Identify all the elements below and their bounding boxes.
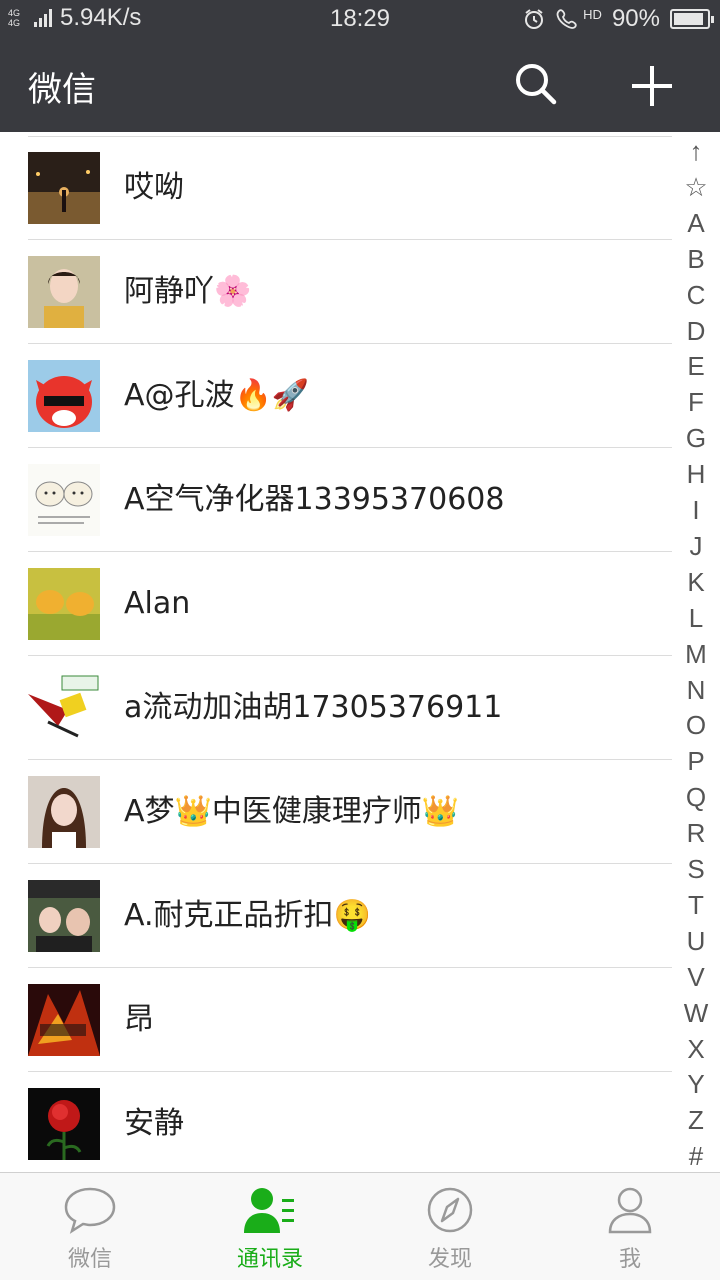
search-icon [516, 64, 557, 105]
index-letter[interactable]: E [672, 351, 720, 382]
index-letter[interactable]: P [672, 746, 720, 777]
contact-name: A梦👑中医健康理疗师👑 [124, 794, 460, 829]
index-letter[interactable]: ☆ [672, 172, 720, 203]
index-letter[interactable]: H [672, 459, 720, 490]
contact-name: A.耐克正品折扣🤑 [124, 898, 371, 933]
tab-chats[interactable]: 微信 [0, 1173, 180, 1281]
tab-label: 微信 [67, 1247, 112, 1272]
index-letter[interactable]: F [672, 387, 720, 418]
contact-name: 安静 [124, 1106, 184, 1141]
battery-icon [670, 9, 714, 29]
contact-name: 哎呦 [124, 170, 184, 205]
battery-fill [674, 13, 703, 25]
avatar [28, 984, 100, 1056]
avatar [28, 256, 100, 328]
tab-label: 发现 [427, 1247, 472, 1272]
contact-name: 阿静吖🌸 [124, 274, 252, 309]
person-icon [608, 1187, 652, 1234]
chat-bubble-icon [64, 1187, 116, 1234]
page-title: 微信 [28, 70, 96, 110]
contact-row[interactable]: 哎呦 [0, 136, 672, 240]
contact-name: Alan [124, 586, 191, 621]
tab-bar: 微信 通讯录 发现 我 [0, 1172, 720, 1280]
index-letter[interactable]: Z [672, 1105, 720, 1136]
index-letter[interactable]: W [672, 998, 720, 1029]
plus-icon [632, 66, 672, 106]
tab-label: 通讯录 [236, 1247, 303, 1272]
index-letter[interactable]: V [672, 962, 720, 993]
contact-row[interactable]: A梦👑中医健康理疗师👑 [0, 760, 672, 864]
index-letter[interactable]: J [672, 531, 720, 562]
index-letter[interactable]: D [672, 316, 720, 347]
index-letter[interactable]: M [672, 639, 720, 670]
contact-name: A@孔波🔥🚀 [124, 378, 310, 413]
index-letter[interactable]: L [672, 603, 720, 634]
index-letter[interactable]: N [672, 675, 720, 706]
tab-contacts[interactable]: 通讯录 [180, 1173, 360, 1281]
contact-row[interactable]: 昂 [0, 968, 672, 1072]
alarm-icon [525, 9, 544, 29]
search-button[interactable] [510, 58, 562, 110]
tab-label: 我 [618, 1247, 641, 1272]
index-letter[interactable]: R [672, 818, 720, 849]
contact-list[interactable]: 哎呦 阿静吖🌸 A@孔波🔥🚀 A空气净化器13395370608 Alan a流… [0, 136, 672, 1172]
status-right: HD 90% [523, 5, 714, 33]
index-letter[interactable]: Q [672, 782, 720, 813]
contact-row[interactable]: A.耐克正品折扣🤑 [0, 864, 672, 968]
index-letter[interactable]: U [672, 926, 720, 957]
avatar [28, 568, 100, 640]
app-header: 微信 [0, 36, 720, 132]
tab-discover[interactable]: 发现 [360, 1173, 540, 1281]
contact-row[interactable]: Alan [0, 552, 672, 656]
avatar [28, 464, 100, 536]
compass-icon [427, 1187, 473, 1233]
contact-name: A空气净化器13395370608 [124, 482, 505, 517]
contact-row[interactable]: 阿静吖🌸 [0, 240, 672, 344]
index-letter[interactable]: G [672, 423, 720, 454]
index-letter[interactable]: Y [672, 1069, 720, 1100]
index-letter[interactable]: C [672, 280, 720, 311]
index-letter[interactable]: O [672, 710, 720, 741]
contact-name: a流动加油胡17305376911 [124, 690, 503, 725]
index-letter[interactable]: K [672, 567, 720, 598]
contact-row[interactable]: A空气净化器13395370608 [0, 448, 672, 552]
index-letter[interactable]: T [672, 890, 720, 921]
avatar [28, 360, 100, 432]
avatar [28, 1088, 100, 1160]
add-button[interactable] [624, 58, 680, 114]
avatar [28, 672, 100, 744]
status-bar: 4G 4G 5.94K/s 18:29 HD 90% [0, 0, 720, 36]
avatar [28, 152, 100, 224]
index-letter[interactable]: B [672, 244, 720, 275]
hd-label: HD [583, 6, 602, 22]
contacts-icon [244, 1188, 294, 1233]
index-letter[interactable]: # [672, 1141, 720, 1172]
battery-percent: 90% [611, 5, 660, 32]
index-letter[interactable]: A [672, 208, 720, 239]
avatar [28, 880, 100, 952]
contact-row[interactable]: a流动加油胡17305376911 [0, 656, 672, 760]
index-letter[interactable]: X [672, 1034, 720, 1065]
contact-row[interactable]: 安静 [0, 1072, 672, 1172]
contact-row[interactable]: A@孔波🔥🚀 [0, 344, 672, 448]
contact-name: 昂 [124, 1002, 154, 1037]
index-letter[interactable]: S [672, 854, 720, 885]
tab-me[interactable]: 我 [540, 1173, 720, 1281]
index-letter[interactable]: ↑ [672, 136, 720, 167]
avatar [28, 776, 100, 848]
index-letter[interactable]: I [672, 495, 720, 526]
alphabet-index[interactable]: ↑ ☆ A B C D E F G H I J K L M N O P Q R S T U V W X Y Z # [672, 136, 720, 1172]
